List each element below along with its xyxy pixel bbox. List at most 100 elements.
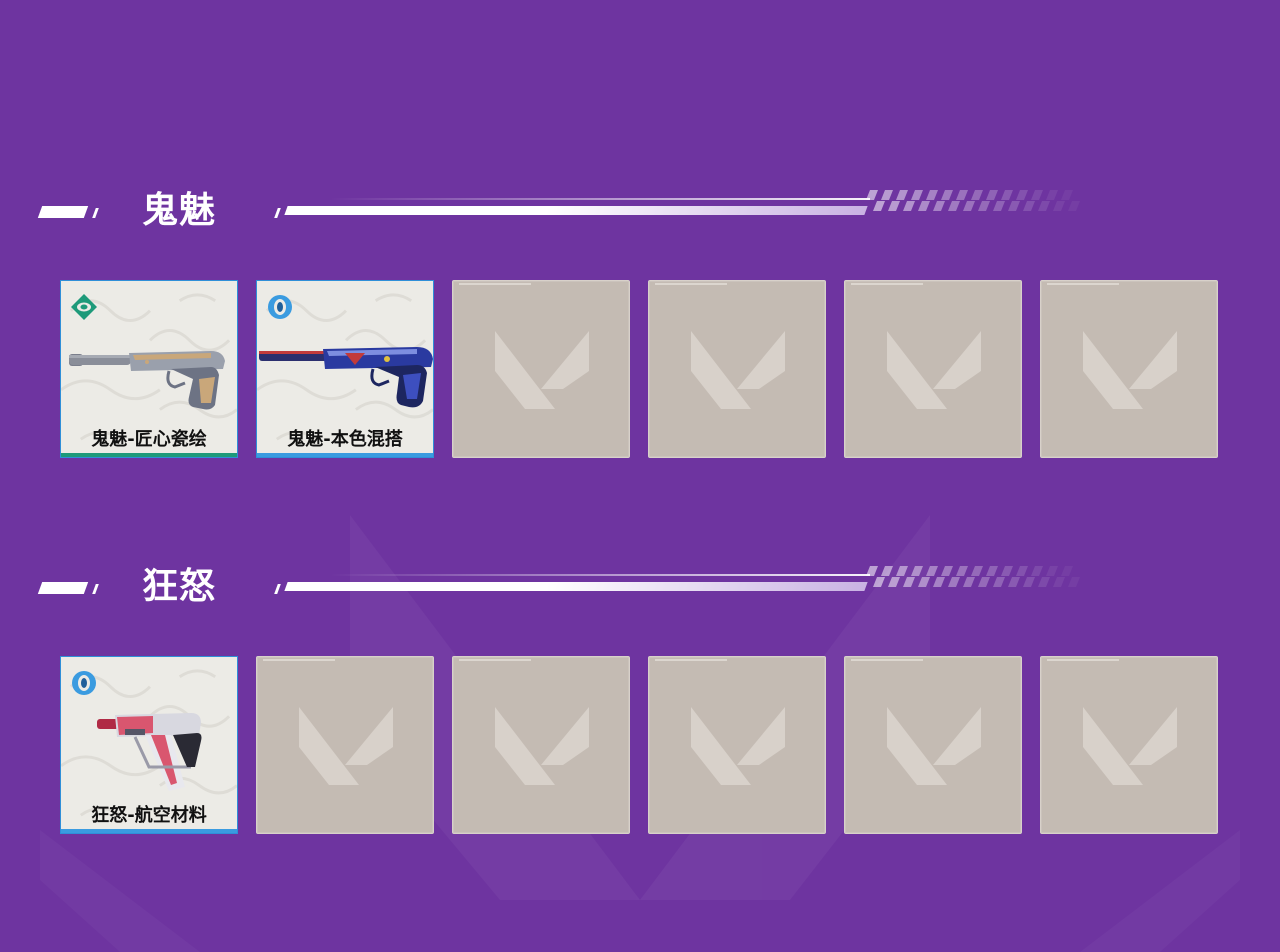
checker-square [918,201,930,211]
checker-square [903,201,915,211]
checker-square [993,201,1005,211]
checker-square [1023,201,1035,211]
valorant-logo-icon [887,331,981,409]
checker-square [986,566,998,576]
checker-square [1038,577,1050,587]
valorant-logo-icon [495,331,589,409]
ghost-pistol-icon [259,347,433,408]
checker-square [1068,201,1080,211]
checker-square [1031,190,1043,200]
skin-name-label: 鬼魅-匠心瓷绘 [91,429,207,450]
checker-square [926,190,938,200]
header-thin-line [330,574,870,576]
valorant-logo-icon [495,707,589,785]
empty-skin-slot[interactable] [1040,656,1218,834]
checker-square [933,201,945,211]
green-diamond-rarity-icon [71,294,97,320]
empty-skin-slot[interactable] [844,280,1022,458]
checker-square [1031,566,1043,576]
checker-square [963,577,975,587]
checker-square [1008,577,1020,587]
empty-skin-slot[interactable] [648,656,826,834]
checker-square [903,577,915,587]
checker-square [971,566,983,576]
empty-skin-slot[interactable] [256,656,434,834]
checker-square [1001,190,1013,200]
checker-square [1068,577,1080,587]
rarity-bar [61,829,237,833]
checker-square [866,566,878,576]
rarity-bar [257,453,433,457]
checker-square [911,190,923,200]
checker-square [911,566,923,576]
checker-square [926,566,938,576]
checker-square [986,190,998,200]
checker-flag-decoration [866,190,1080,211]
checker-square [873,201,885,211]
header-dash-decoration [37,206,89,218]
checker-square [1016,190,1028,200]
skin-row-ghost: 鬼魅-匠心瓷绘 鬼魅-本色混搭 [60,280,1220,460]
checker-square [948,201,960,211]
checker-flag-decoration [866,566,1080,587]
checker-square [993,577,1005,587]
header-dash-decoration [37,582,89,594]
valorant-logo-icon [691,707,785,785]
checker-square [941,190,953,200]
checker-square [1001,566,1013,576]
checker-square [978,577,990,587]
section-title: 狂怒 [142,566,217,607]
checker-square [881,190,893,200]
checker-square [963,201,975,211]
section-header-ghost: 鬼魅 [0,182,1280,242]
checker-square [873,577,885,587]
checker-square [1008,201,1020,211]
skin-name-label: 狂怒-航空材料 [91,805,207,826]
header-bar-decoration [284,206,868,215]
valorant-logo-icon [1083,331,1177,409]
checker-square [896,566,908,576]
header-slash-decoration [92,584,99,594]
blue-ring-rarity-icon [268,295,292,319]
valorant-logo-icon [299,707,393,785]
skin-card-frenzy-aero[interactable]: 狂怒-航空材料 [60,656,238,834]
header-slash-decoration [274,584,281,594]
skin-card-ghost-blue[interactable]: 鬼魅-本色混搭 [256,280,434,458]
checker-square [1061,566,1073,576]
header-thin-line [330,198,870,200]
checker-square [956,566,968,576]
checker-square [1016,566,1028,576]
blue-ring-rarity-icon [72,671,96,695]
checker-square [1061,190,1073,200]
checker-square [1053,577,1065,587]
header-bar-decoration [284,582,868,591]
checker-square [918,577,930,587]
valorant-logo-icon [691,331,785,409]
checker-square [1023,577,1035,587]
checker-square [1053,201,1065,211]
skin-row-frenzy: 狂怒-航空材料 [60,656,1220,836]
section-header-frenzy: 狂怒 [0,558,1280,618]
checker-square [888,201,900,211]
ghost-pistol-icon [69,351,225,410]
checker-square [978,201,990,211]
checker-square [956,190,968,200]
empty-skin-slot[interactable] [1040,280,1218,458]
skin-card-ghost-porcelain[interactable]: 鬼魅-匠心瓷绘 [60,280,238,458]
rarity-bar [61,453,237,457]
header-slash-decoration [274,208,281,218]
checker-square [948,577,960,587]
checker-square [1046,190,1058,200]
empty-skin-slot[interactable] [452,280,630,458]
checker-square [866,190,878,200]
section-title: 鬼魅 [142,190,217,231]
skin-name-label: 鬼魅-本色混搭 [287,429,403,450]
checker-square [896,190,908,200]
header-slash-decoration [92,208,99,218]
empty-skin-slot[interactable] [452,656,630,834]
empty-skin-slot[interactable] [648,280,826,458]
checker-square [1038,201,1050,211]
checker-square [888,577,900,587]
checker-square [933,577,945,587]
empty-skin-slot[interactable] [844,656,1022,834]
